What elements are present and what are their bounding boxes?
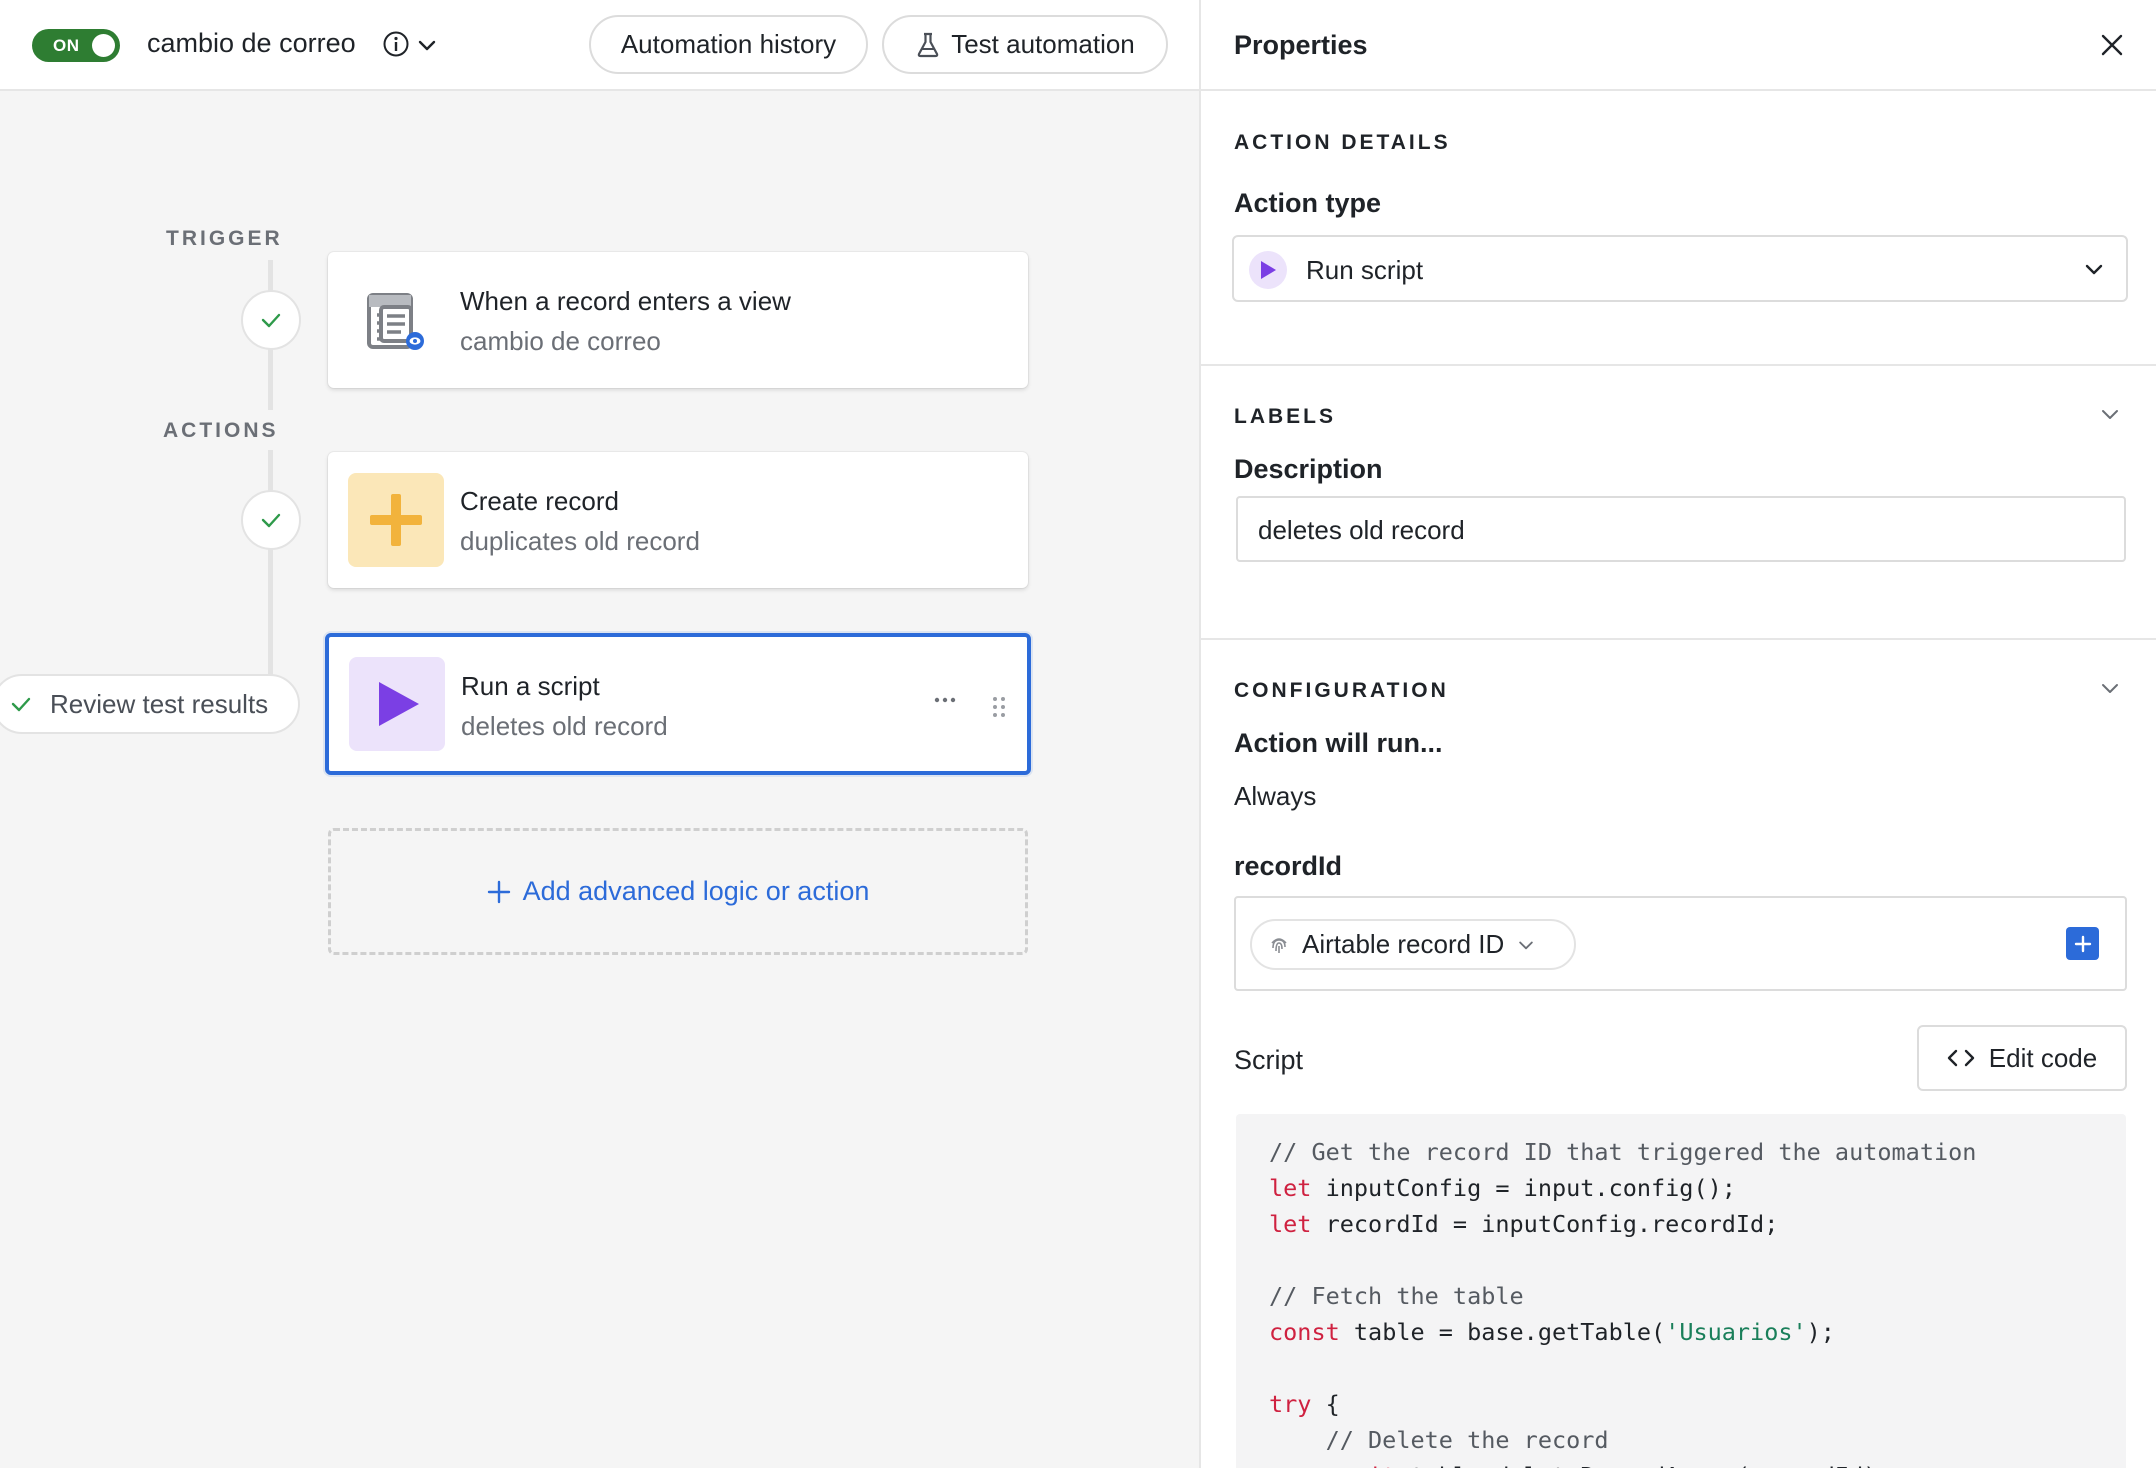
automation-on-toggle[interactable]: ON <box>32 29 120 62</box>
code-line: // Get the record ID that triggered the … <box>1269 1134 2093 1170</box>
add-action-button[interactable]: Add advanced logic or action <box>328 828 1028 955</box>
plus-icon <box>348 473 444 567</box>
code-token: let <box>1269 1174 1312 1202</box>
test-automation-label: Test automation <box>951 29 1135 59</box>
code-line: let recordId = inputConfig.recordId; <box>1269 1206 2093 1242</box>
fingerprint-icon <box>1271 937 1287 953</box>
code-token: // Delete the record <box>1269 1426 1609 1454</box>
trigger-section-label: TRIGGER <box>166 227 283 250</box>
run-condition-value: Always <box>1234 781 1317 811</box>
properties-title: Properties <box>1234 30 1368 60</box>
code-token: // Get the record ID that triggered the … <box>1269 1138 1977 1166</box>
code-token: recordId = inputConfig.recordId; <box>1311 1210 1779 1238</box>
create-record-card[interactable]: Create record duplicates old record <box>328 452 1028 588</box>
info-icon[interactable] <box>382 30 410 58</box>
automation-toolbar: ON cambio de correo Automation history T… <box>0 0 1199 91</box>
review-test-results-button[interactable]: Review test results <box>0 674 300 734</box>
check-icon <box>11 697 31 712</box>
chevron-down-icon <box>1519 941 1534 949</box>
automation-history-button[interactable]: Automation history <box>589 15 868 74</box>
flask-icon <box>917 32 939 57</box>
code-line: let inputConfig = input.config(); <box>1269 1170 2093 1206</box>
action-status-check <box>241 490 301 550</box>
close-icon[interactable] <box>2097 30 2127 60</box>
run-script-title: Run a script <box>461 671 600 701</box>
play-icon <box>1249 251 1287 289</box>
action-type-value: Run script <box>1306 255 1424 285</box>
automation-canvas: ON cambio de correo Automation history T… <box>0 0 1199 1468</box>
action-type-label: Action type <box>1234 188 1382 218</box>
code-token: { <box>1311 1390 1340 1418</box>
play-icon <box>349 657 445 751</box>
code-brackets-icon <box>1947 1049 1974 1067</box>
labels-heading: LABELS <box>1234 405 1336 428</box>
action-details-heading: ACTION DETAILS <box>1234 131 1451 154</box>
code-token: try <box>1269 1390 1312 1418</box>
input-variable-name: recordId <box>1234 851 1343 881</box>
edit-code-button[interactable]: Edit code <box>1917 1025 2127 1091</box>
code-line: await table.deleteRecordAsync(recordId); <box>1269 1458 2093 1468</box>
code-token: let <box>1269 1210 1312 1238</box>
section-divider <box>1201 638 2156 640</box>
code-token: 'Usuarios' <box>1665 1318 1807 1346</box>
code-token: inputConfig = input.config(); <box>1311 1174 1736 1202</box>
chevron-down-icon[interactable] <box>2098 402 2122 426</box>
run-script-subtitle: deletes old record <box>461 711 668 741</box>
flow-connector <box>268 450 273 690</box>
edit-code-label: Edit code <box>1988 1042 2098 1073</box>
code-line: try { <box>1269 1386 2093 1422</box>
section-divider <box>1201 364 2156 366</box>
trigger-card[interactable]: When a record enters a view cambio de co… <box>328 252 1028 388</box>
code-token: table.deleteRecordAsync(recordId); <box>1396 1462 1891 1468</box>
trigger-card-title: When a record enters a view <box>460 286 791 316</box>
trigger-card-subtitle: cambio de correo <box>460 326 661 356</box>
record-view-icon <box>348 273 444 367</box>
code-line: // Delete the record <box>1269 1422 2093 1458</box>
check-icon <box>261 513 281 528</box>
create-record-title: Create record <box>460 486 619 516</box>
code-token: // Fetch the table <box>1269 1282 1524 1310</box>
insert-value-button[interactable] <box>2066 927 2099 960</box>
properties-panel: Properties ACTION DETAILS Action type Ru… <box>1199 0 2156 1468</box>
add-action-label: Add advanced logic or action <box>522 876 870 906</box>
configuration-heading: CONFIGURATION <box>1234 679 1449 702</box>
code-token: await <box>1326 1462 1397 1468</box>
automation-name[interactable]: cambio de correo <box>147 28 356 59</box>
plus-icon <box>2074 935 2091 952</box>
toggle-knob <box>92 34 115 57</box>
create-record-subtitle: duplicates old record <box>460 526 700 556</box>
script-code-preview[interactable]: // Get the record ID that triggered the … <box>1236 1114 2126 1468</box>
airtable-record-id-token[interactable]: Airtable record ID <box>1250 919 1576 970</box>
run-script-card[interactable]: Run a script deletes old record <box>325 633 1031 775</box>
review-test-results-label: Review test results <box>50 688 269 719</box>
code-token: table = base.getTable( <box>1339 1318 1666 1346</box>
trigger-status-check <box>241 290 301 350</box>
chevron-down-icon <box>2085 264 2103 275</box>
token-label: Airtable record ID <box>1302 929 1505 959</box>
more-options-icon[interactable] <box>933 695 957 705</box>
test-automation-button[interactable]: Test automation <box>882 15 1168 74</box>
code-line: // Fetch the table <box>1269 1278 2093 1314</box>
input-variable-value-field[interactable]: Airtable record ID <box>1234 896 2127 991</box>
action-type-select[interactable]: Run script <box>1232 235 2128 302</box>
code-token: const <box>1269 1318 1340 1346</box>
code-token: ); <box>1806 1318 1835 1346</box>
chevron-down-icon[interactable] <box>2098 676 2122 700</box>
check-icon <box>261 313 281 328</box>
description-label: Description <box>1234 454 1383 484</box>
drag-handle-icon[interactable] <box>992 695 1006 719</box>
automation-history-label: Automation history <box>620 29 837 59</box>
toggle-label: ON <box>53 36 80 55</box>
code-line: const table = base.getTable('Usuarios'); <box>1269 1314 2093 1350</box>
description-field[interactable]: deletes old record <box>1236 496 2126 562</box>
script-label: Script <box>1234 1045 1304 1075</box>
properties-header: Properties <box>1201 0 2156 91</box>
run-condition-label: Action will run... <box>1234 728 1443 758</box>
chevron-down-icon[interactable] <box>415 33 439 57</box>
actions-section-label: ACTIONS <box>163 419 279 442</box>
add-icon <box>487 880 510 903</box>
